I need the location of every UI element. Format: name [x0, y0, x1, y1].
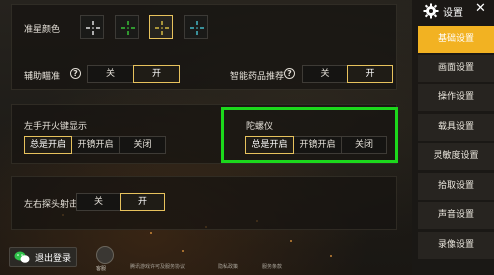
aim-assist-on-option[interactable]: 开: [133, 65, 180, 83]
smart-med-off-option[interactable]: 关: [302, 65, 348, 83]
peek-off-option[interactable]: 关: [76, 193, 121, 211]
footer-link-terms[interactable]: 服务条款: [262, 263, 282, 270]
wechat-icon: [14, 251, 30, 263]
crosshair-icon: [121, 21, 135, 35]
close-icon[interactable]: ✕: [475, 1, 486, 16]
aim-assist-toggle: 关 开: [87, 65, 180, 83]
gear-icon: [423, 3, 439, 19]
logout-button[interactable]: 退出登录: [9, 247, 77, 267]
gyro-always-option[interactable]: 总是开启: [245, 136, 294, 154]
sidebar-item-vehicle[interactable]: 载具设置: [418, 114, 494, 141]
left-fire-scope-option[interactable]: 开镜开启: [71, 136, 120, 154]
peek-on-option[interactable]: 开: [120, 193, 165, 211]
sidebar-item-controls[interactable]: 操作设置: [418, 84, 494, 111]
customer-service-icon[interactable]: [96, 246, 114, 264]
crosshair-color-label: 准星颜色: [24, 25, 61, 35]
left-fire-label: 左手开火键显示: [24, 122, 88, 132]
crosshair-white-option[interactable]: [80, 15, 104, 39]
sidebar-item-recording[interactable]: 录像设置: [418, 232, 494, 259]
peek-label: 左右探头射击: [24, 200, 79, 210]
peek-toggle: 关 开: [76, 193, 165, 211]
aim-assist-off-option[interactable]: 关: [87, 65, 134, 83]
footer-link-privacy[interactable]: 隐私政策: [218, 263, 238, 270]
crosshair-yellow-option[interactable]: [149, 15, 173, 39]
sidebar-item-graphics[interactable]: 画面设置: [418, 55, 494, 82]
crosshair-icon: [155, 21, 169, 35]
logout-label: 退出登录: [35, 254, 72, 264]
sidebar-item-basic[interactable]: 基础设置: [418, 26, 494, 53]
left-fire-selector: 总是开启 开镜开启 关闭: [24, 136, 166, 154]
crosshair-icon: [86, 21, 100, 35]
crosshair-cyan-option[interactable]: [184, 15, 208, 39]
sidebar-item-sound[interactable]: 声音设置: [418, 202, 494, 229]
crosshair-icon: [190, 21, 204, 35]
customer-service-label: 客服: [96, 266, 107, 272]
gyro-highlight-box: [221, 107, 398, 163]
smart-med-help-icon[interactable]: ?: [284, 68, 295, 79]
aim-assist-help-icon[interactable]: ?: [70, 68, 81, 79]
left-fire-always-option[interactable]: 总是开启: [24, 136, 72, 154]
smart-med-toggle: 关 开: [302, 65, 393, 83]
smart-med-label: 智能药品推荐: [230, 72, 285, 82]
left-fire-off-option[interactable]: 关闭: [119, 136, 166, 154]
aim-assist-label: 辅助瞄准: [24, 72, 61, 82]
smart-med-on-option[interactable]: 开: [347, 65, 393, 83]
settings-title: 设置: [443, 8, 463, 19]
sidebar-item-sensitivity[interactable]: 灵敏度设置: [418, 143, 494, 170]
footer-link-license[interactable]: 腾讯游戏许可及服务协议: [130, 263, 185, 270]
sidebar-item-pickup[interactable]: 拾取设置: [418, 173, 494, 200]
crosshair-green-option[interactable]: [115, 15, 139, 39]
